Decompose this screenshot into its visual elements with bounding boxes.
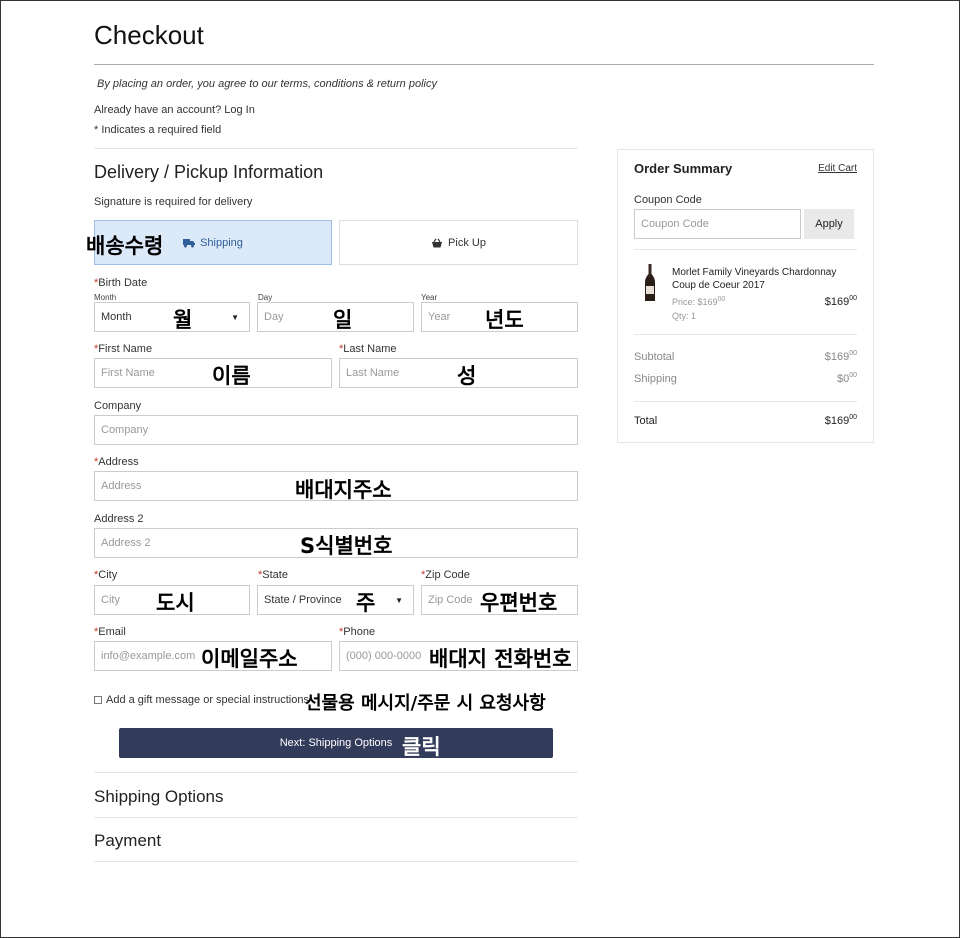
signature-note: Signature is required for delivery xyxy=(94,196,253,208)
annotation-last-name: 성 xyxy=(457,364,477,388)
annotation-month: 월 xyxy=(173,308,193,332)
shipping-options-section-title[interactable]: Shipping Options xyxy=(94,787,223,807)
annotation-phone: 배대지 전화번호 xyxy=(429,647,572,671)
email-label: *Email xyxy=(94,626,126,638)
phone-label: *Phone xyxy=(339,626,376,638)
month-select-value: Month xyxy=(101,311,132,323)
order-summary-panel: Order Summary Edit Cart Coupon Code Coup… xyxy=(617,149,874,443)
edit-cart-link[interactable]: Edit Cart xyxy=(818,163,857,174)
birth-date-label: *Birth Date xyxy=(94,277,148,289)
total-label: Total xyxy=(634,415,658,427)
month-label: Month xyxy=(94,293,117,302)
annotation-zip: 우편번호 xyxy=(480,591,558,615)
annotation-email: 이메일주소 xyxy=(201,647,298,671)
shipping-method-label: Shipping xyxy=(200,236,243,249)
annotation-state: 주 xyxy=(356,591,376,615)
required-field-note: * Indicates a required field xyxy=(94,124,222,136)
total-value: $16900 xyxy=(824,414,857,427)
summary-divider xyxy=(634,334,857,335)
summary-divider xyxy=(634,401,857,402)
annotation-address2: S식별번호 xyxy=(300,534,393,558)
address2-label: Address 2 xyxy=(94,513,144,525)
address-label: *Address xyxy=(94,456,139,468)
annotation-next: 클릭 xyxy=(402,735,441,759)
account-prompt: Already have an account? Log In xyxy=(94,104,255,116)
product-quantity: Qty: 1 xyxy=(672,311,697,321)
section-divider xyxy=(94,148,578,149)
annotation-year: 년도 xyxy=(485,308,524,332)
product-name[interactable]: Morlet Family Vineyards Chardonnay Coup … xyxy=(672,266,842,292)
gift-message-checkbox[interactable] xyxy=(94,696,102,704)
shipping-cost-label: Shipping xyxy=(634,373,677,385)
pickup-method-label: Pick Up xyxy=(448,236,486,249)
section-divider xyxy=(94,772,578,773)
section-divider xyxy=(94,817,578,818)
gift-message-label: Add a gift message or special instructio… xyxy=(106,694,309,706)
apply-coupon-button[interactable]: Apply xyxy=(804,209,854,239)
annotation-city: 도시 xyxy=(156,591,195,615)
delivery-section-title: Delivery / Pickup Information xyxy=(94,162,324,182)
account-prompt-text: Already have an account? xyxy=(94,104,222,116)
subtotal-value: $16900 xyxy=(824,350,857,363)
annotation-first-name: 이름 xyxy=(212,364,251,388)
pickup-method-button[interactable]: Pick Up xyxy=(339,220,578,265)
payment-section-title[interactable]: Payment xyxy=(94,831,161,851)
caret-down-icon: ▼ xyxy=(395,595,403,605)
state-select[interactable]: State / Province ▼ xyxy=(257,585,414,615)
state-select-value: State / Province xyxy=(264,594,342,606)
order-summary-title: Order Summary xyxy=(634,161,733,176)
coupon-code-label: Coupon Code xyxy=(634,194,702,206)
subtotal-label: Subtotal xyxy=(634,351,675,363)
annotation-gift: 선물용 메시지/주문 시 요청사항 xyxy=(305,693,546,714)
city-label: *City xyxy=(94,569,118,581)
state-label: *State xyxy=(258,569,288,581)
last-name-label: *Last Name xyxy=(339,343,397,355)
annotation-address: 배대지주소 xyxy=(295,478,392,502)
product-price: Price: $16900 xyxy=(672,296,726,307)
summary-divider xyxy=(634,249,857,250)
annotation-shipping: 배송수령 xyxy=(86,234,164,258)
product-line-total: $16900 xyxy=(824,295,857,308)
day-label: Day xyxy=(258,293,273,302)
coupon-code-input[interactable]: Coupon Code xyxy=(634,209,801,239)
wine-bottle-icon xyxy=(645,264,655,301)
title-divider xyxy=(94,64,874,65)
first-name-label: *First Name xyxy=(94,343,153,355)
gift-message-row[interactable]: Add a gift message or special instructio… xyxy=(94,694,309,706)
next-shipping-options-button[interactable]: Next: Shipping Options xyxy=(119,728,553,758)
zip-label: *Zip Code xyxy=(421,569,470,581)
caret-down-icon: ▼ xyxy=(231,312,239,322)
page-title: Checkout xyxy=(94,20,204,50)
section-divider xyxy=(94,861,578,862)
company-label: Company xyxy=(94,400,142,412)
year-label: Year xyxy=(421,293,438,302)
basket-icon xyxy=(432,237,443,247)
annotation-day: 일 xyxy=(333,308,353,332)
company-input[interactable]: Company xyxy=(94,415,578,445)
month-select[interactable]: Month ▼ xyxy=(94,302,250,332)
login-link[interactable]: Log In xyxy=(224,104,255,116)
terms-notice: By placing an order, you agree to our te… xyxy=(97,78,437,90)
shipping-cost-value: $000 xyxy=(836,372,857,385)
truck-icon xyxy=(183,238,196,247)
